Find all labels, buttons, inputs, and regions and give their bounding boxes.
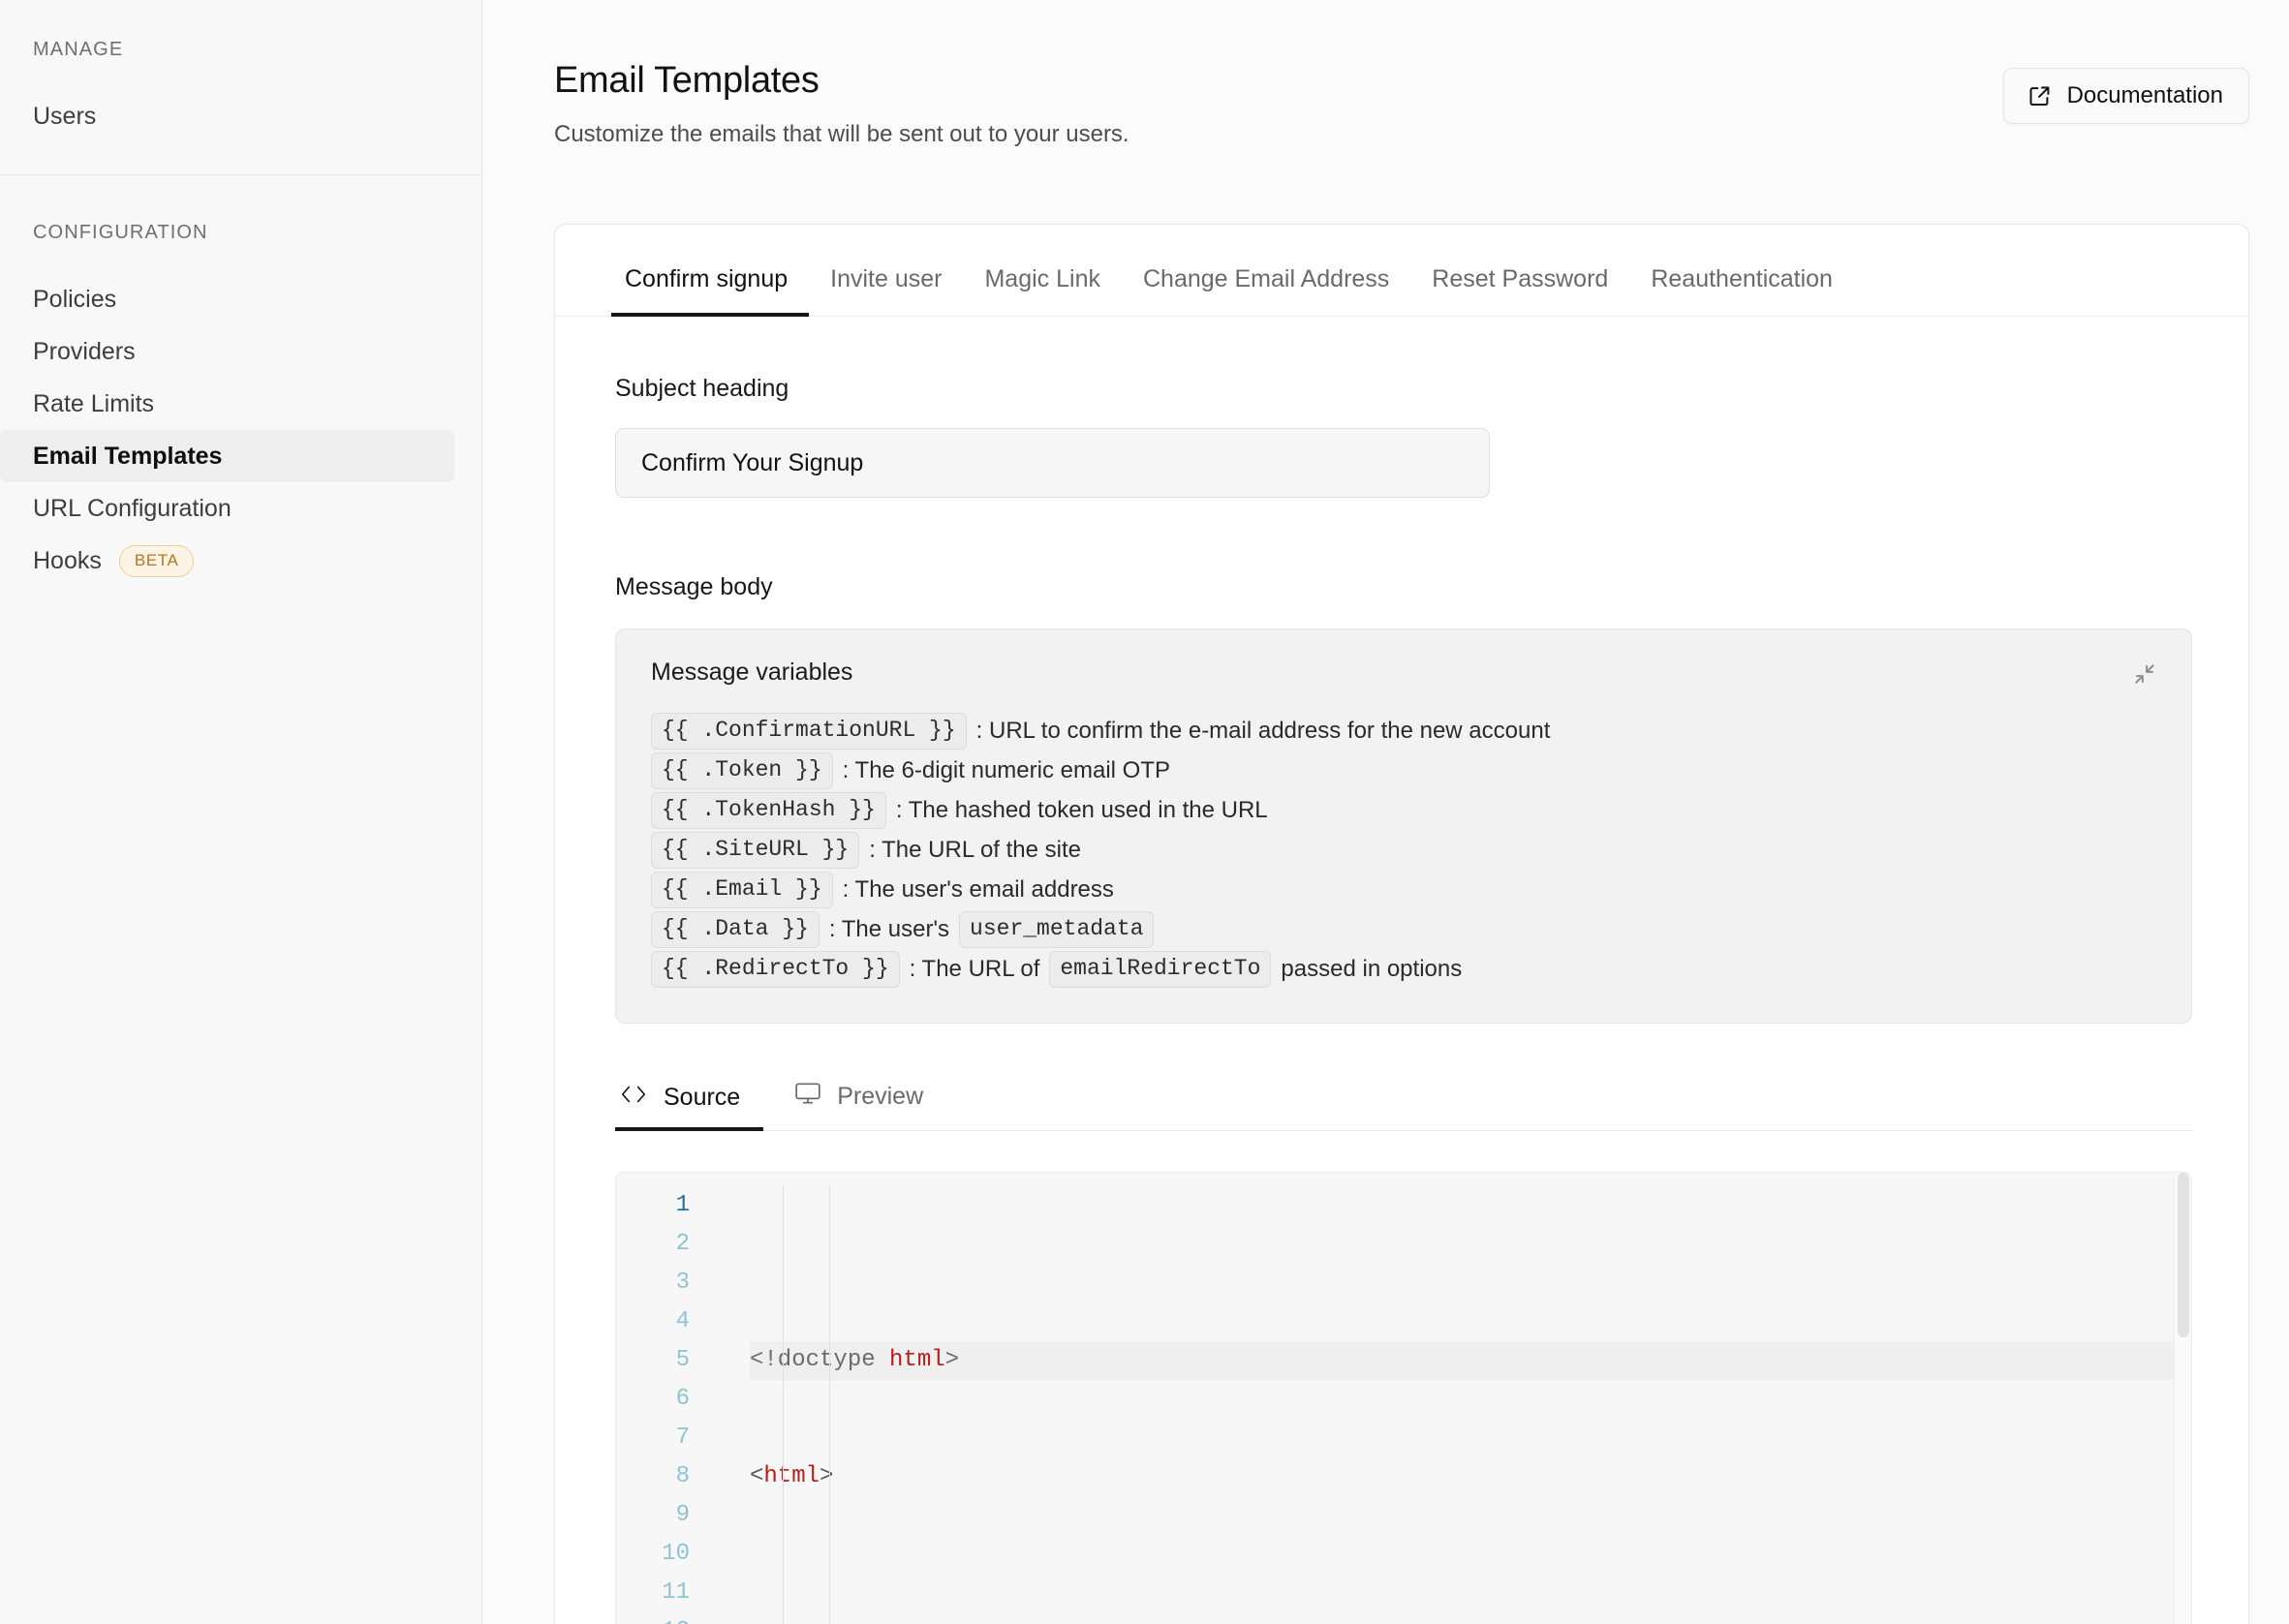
variable-chip: {{ .Email }} bbox=[651, 872, 833, 908]
line-number: 5 bbox=[675, 1347, 690, 1373]
page-title: Email Templates bbox=[554, 60, 820, 101]
variable-description: : The URL of the site bbox=[869, 837, 1082, 863]
tab-source[interactable]: Source bbox=[615, 1084, 764, 1131]
beta-badge: BETA bbox=[118, 544, 195, 577]
line-number: 9 bbox=[675, 1502, 690, 1528]
variable-row: {{ .ConfirmationURL }} : URL to confirm … bbox=[651, 712, 2158, 751]
line-number: 11 bbox=[662, 1579, 690, 1606]
tab-reauthentication[interactable]: Reauthentication bbox=[1629, 265, 1854, 317]
page-header: Email Templates Customize the emails tha… bbox=[554, 60, 2249, 148]
variable-description-tail: passed in options bbox=[1281, 956, 1463, 982]
sidebar-section-configuration: CONFIGURATION Policies Providers Rate Li… bbox=[0, 175, 481, 587]
variable-chip: {{ .TokenHash }} bbox=[651, 792, 886, 829]
sidebar-item-rate-limits[interactable]: Rate Limits bbox=[0, 378, 454, 430]
sidebar: MANAGE Users CONFIGURATION Policies Prov… bbox=[0, 0, 482, 1624]
code-editor[interactable]: 1 2 3 4 5 6 7 8 9 10 11 12 bbox=[615, 1172, 2192, 1624]
variable-description: : The hashed token used in the URL bbox=[895, 797, 1268, 823]
line-number: 10 bbox=[662, 1541, 690, 1567]
page-subtitle: Customize the emails that will be sent o… bbox=[554, 121, 1129, 147]
message-variables-title: Message variables bbox=[651, 659, 853, 686]
line-number: 3 bbox=[675, 1270, 690, 1296]
line-number: 7 bbox=[675, 1425, 690, 1451]
collapse-icon[interactable] bbox=[2127, 657, 2162, 691]
code-line: <html> bbox=[750, 1463, 834, 1489]
sidebar-item-label: Hooks bbox=[33, 546, 102, 574]
sidebar-item-label: URL Configuration bbox=[33, 494, 232, 522]
variable-row: {{ .Email }} : The user's email address bbox=[651, 871, 2158, 909]
external-link-icon bbox=[2027, 84, 2052, 108]
tab-magic-link[interactable]: Magic Link bbox=[963, 265, 1122, 317]
tab-preview[interactable]: Preview bbox=[763, 1082, 946, 1131]
monitor-icon bbox=[794, 1082, 821, 1112]
sidebar-heading-manage: MANAGE bbox=[33, 39, 124, 60]
variable-chip-secondary: user_metadata bbox=[959, 911, 1155, 948]
sidebar-item-label: Rate Limits bbox=[33, 389, 155, 417]
sidebar-item-email-templates[interactable]: Email Templates bbox=[0, 430, 454, 482]
tab-change-email-address[interactable]: Change Email Address bbox=[1122, 265, 1410, 317]
subject-heading-input[interactable] bbox=[615, 428, 1490, 498]
variable-row: {{ .RedirectTo }} : The URL of emailRedi… bbox=[651, 950, 2158, 989]
sidebar-item-policies[interactable]: Policies bbox=[0, 273, 454, 325]
variable-chip: {{ .Token }} bbox=[651, 752, 833, 789]
tab-source-label: Source bbox=[664, 1084, 741, 1111]
line-number-gutter: 1 2 3 4 5 6 7 8 9 10 11 12 bbox=[616, 1186, 703, 1624]
variable-chip: {{ .SiteURL }} bbox=[651, 832, 860, 869]
main-content: Email Templates Customize the emails tha… bbox=[482, 0, 2289, 1624]
tab-reset-password[interactable]: Reset Password bbox=[1410, 265, 1629, 317]
sidebar-item-label: Policies bbox=[33, 285, 117, 313]
sidebar-heading-configuration: CONFIGURATION bbox=[33, 222, 208, 243]
app-root: MANAGE Users CONFIGURATION Policies Prov… bbox=[0, 0, 2289, 1624]
tab-preview-label: Preview bbox=[837, 1083, 924, 1110]
sidebar-section-manage: MANAGE Users bbox=[0, 0, 481, 175]
variable-description: : The 6-digit numeric email OTP bbox=[842, 757, 1170, 783]
sidebar-item-label: Email Templates bbox=[33, 442, 223, 470]
line-number: 2 bbox=[675, 1231, 690, 1257]
email-template-card: Confirm signup Invite user Magic Link Ch… bbox=[554, 224, 2249, 1624]
code-line: <!doctype html> bbox=[750, 1341, 2191, 1380]
card-body: Subject heading Message body Message var… bbox=[555, 317, 2248, 1624]
code-area: 1 2 3 4 5 6 7 8 9 10 11 12 bbox=[616, 1173, 2191, 1624]
code-brackets-icon bbox=[619, 1084, 648, 1112]
code-content[interactable]: <!doctype html> <html> <head> <meta name… bbox=[703, 1186, 2191, 1624]
line-number: 8 bbox=[675, 1463, 690, 1489]
line-number: 12 bbox=[616, 1612, 690, 1624]
sidebar-item-hooks[interactable]: Hooks BETA bbox=[0, 535, 454, 587]
variable-description: : The user's email address bbox=[842, 876, 1114, 903]
sidebar-item-label: Providers bbox=[33, 337, 136, 365]
variable-description: : The user's bbox=[828, 916, 950, 942]
variable-description: : URL to confirm the e-mail address for … bbox=[975, 718, 1551, 744]
sidebar-item-url-configuration[interactable]: URL Configuration bbox=[0, 482, 454, 535]
sidebar-item-providers[interactable]: Providers bbox=[0, 325, 454, 378]
editor-scrollbar[interactable] bbox=[2174, 1173, 2191, 1624]
variable-row: {{ .SiteURL }} : The URL of the site bbox=[651, 831, 2158, 870]
variable-row: {{ .Token }} : The 6-digit numeric email… bbox=[651, 751, 2158, 790]
message-body-label: Message body bbox=[615, 573, 773, 600]
editor-scrollbar-thumb[interactable] bbox=[2178, 1173, 2189, 1337]
variable-row: {{ .TokenHash }} : The hashed token used… bbox=[651, 791, 2158, 830]
line-number: 4 bbox=[675, 1308, 690, 1334]
line-number: 1 bbox=[675, 1192, 690, 1218]
variable-chip: {{ .Data }} bbox=[651, 911, 820, 948]
template-tabs: Confirm signup Invite user Magic Link Ch… bbox=[555, 225, 2248, 317]
tab-invite-user[interactable]: Invite user bbox=[809, 265, 963, 317]
tab-confirm-signup[interactable]: Confirm signup bbox=[611, 265, 810, 317]
subject-heading-label: Subject heading bbox=[615, 375, 789, 402]
message-variables-panel: Message variables {{ .ConfirmationURL }}… bbox=[615, 628, 2192, 1024]
variable-row: {{ .Data }} : The user's user_metadata bbox=[651, 910, 2158, 949]
sidebar-item-label: Users bbox=[33, 102, 97, 130]
sidebar-item-users[interactable]: Users bbox=[0, 90, 454, 142]
documentation-button-label: Documentation bbox=[2066, 82, 2223, 108]
documentation-button[interactable]: Documentation bbox=[2002, 68, 2249, 124]
line-number: 6 bbox=[675, 1386, 690, 1412]
variable-chip: {{ .RedirectTo }} bbox=[651, 951, 900, 988]
variable-chip: {{ .ConfirmationURL }} bbox=[651, 713, 967, 750]
editor-view-tabs: Source Preview bbox=[615, 1082, 2192, 1131]
variable-chip-secondary: emailRedirectTo bbox=[1049, 951, 1272, 988]
variable-description: : The URL of bbox=[909, 956, 1040, 982]
